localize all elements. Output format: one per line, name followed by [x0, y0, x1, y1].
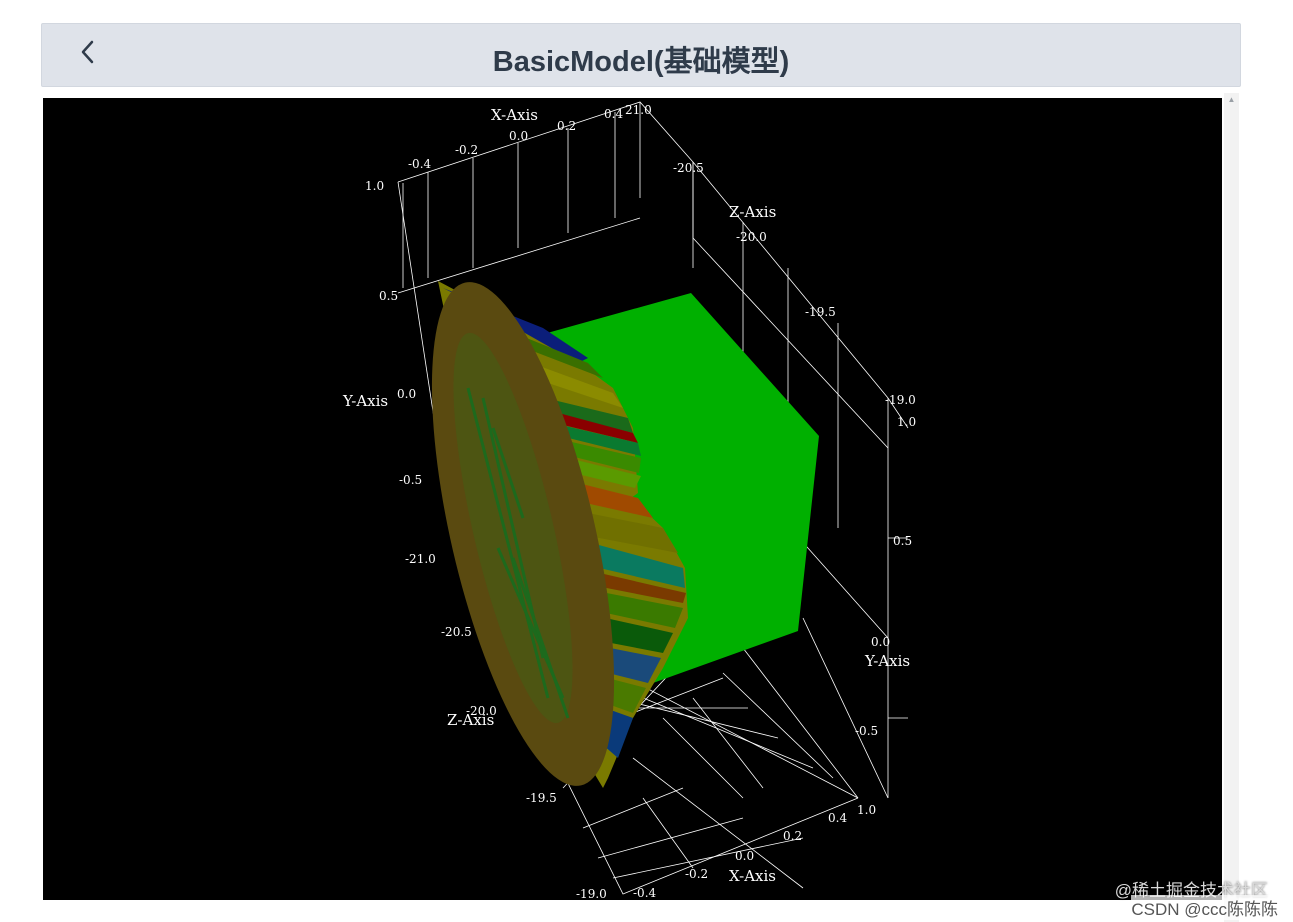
header-bar: BasicModel(基础模型) [41, 23, 1241, 87]
y-tick-left: -0.5 [399, 473, 422, 487]
z-axis-title-right: Z-Axis [729, 203, 776, 221]
x-tick-bottom: -0.4 [633, 886, 657, 900]
y-axis-title-left: Y-Axis [342, 392, 388, 410]
x-tick-bottom: 0.0 [735, 849, 754, 863]
x-tick-bottom: 0.4 [828, 811, 847, 825]
x-tick-top: -0.2 [455, 143, 478, 157]
x-tick-top: 0.4 [604, 107, 623, 121]
watermark-csdn: CSDN @ccc陈陈陈 [1131, 895, 1278, 920]
x-tick-top: 0.2 [557, 119, 576, 133]
y-ticks-left: 1.0 0.5 0.0 -0.5 [365, 179, 422, 487]
z-tick-right: 21.0 [625, 103, 652, 117]
vertical-scrollbar[interactable]: ▲ [1224, 93, 1239, 922]
app-window: BasicModel(基础模型) X-Axis Z-Axis Y-Axis Y-… [41, 23, 1241, 922]
z-tick-right: -19.5 [805, 305, 836, 319]
z-tick-right: -20.5 [673, 161, 704, 175]
y-tick-left: 1.0 [365, 179, 384, 193]
x-tick-top: 0.0 [509, 129, 528, 143]
z-tick-right: -19.0 [885, 393, 916, 407]
x-tick-top: -0.4 [408, 157, 432, 171]
z-tick-left: -19.5 [526, 791, 557, 805]
plot-viewport[interactable]: X-Axis Z-Axis Y-Axis Y-Axis Z-Axis X-Axi… [43, 98, 1222, 900]
x-axis-title-top: X-Axis [491, 106, 538, 124]
x-tick-bottom: 0.2 [783, 829, 802, 843]
z-tick-left: -20.5 [441, 625, 472, 639]
x-axis-title-bottom: X-Axis [729, 867, 776, 885]
y-tick-left: 0.5 [379, 289, 398, 303]
page-title: BasicModel(基础模型) [492, 46, 790, 78]
y-tick-right: -0.5 [855, 724, 878, 738]
y-ticks-right: 1.0 0.5 0.0 -0.5 1.0 [855, 415, 916, 817]
x-tick-bottom: -0.2 [685, 867, 708, 881]
z-tick-right: -20.0 [736, 230, 767, 244]
z-tick-left: -19.0 [576, 887, 607, 900]
3d-plot[interactable]: X-Axis Z-Axis Y-Axis Y-Axis Z-Axis X-Axi… [43, 98, 1222, 900]
y-tick-right: 0.5 [893, 534, 912, 548]
y-tick-right: 1.0 [897, 415, 916, 429]
x-ticks-bottom: -0.4 -0.2 0.0 0.2 0.4 [633, 811, 847, 900]
y-tick-right: 0.0 [871, 635, 890, 649]
z-tick-left: -20.0 [466, 704, 497, 718]
scroll-up-arrow-icon[interactable]: ▲ [1224, 93, 1239, 105]
y-tick-left: 0.0 [397, 387, 416, 401]
y-tick-right: 1.0 [857, 803, 876, 817]
z-tick-left: -21.0 [405, 552, 436, 566]
y-axis-title-right: Y-Axis [864, 652, 910, 670]
